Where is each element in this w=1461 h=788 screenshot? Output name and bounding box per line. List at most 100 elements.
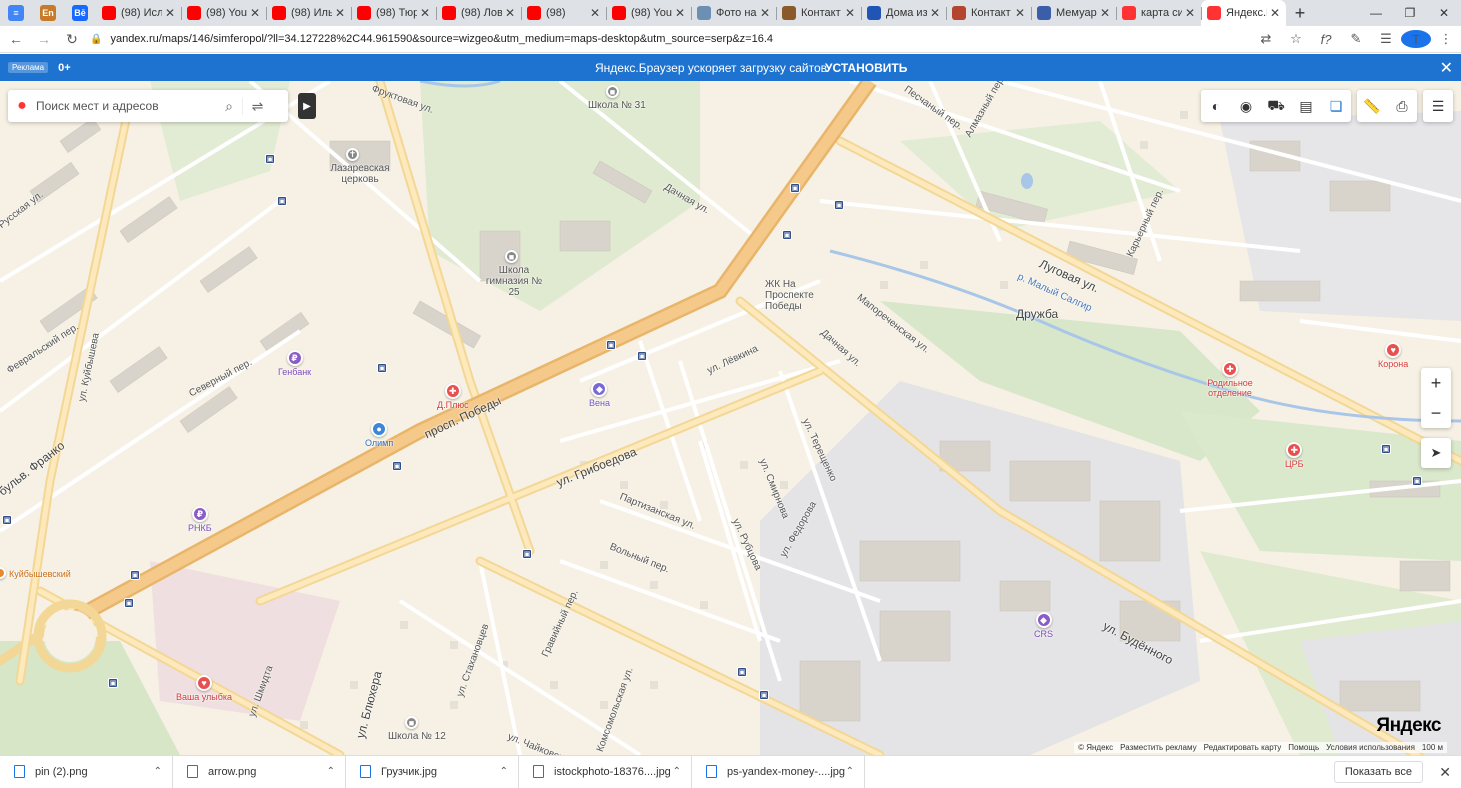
bus-stop-icon[interactable]: ▣ xyxy=(606,340,616,350)
browser-tab[interactable]: (98) YouT✕ xyxy=(606,0,691,26)
close-icon[interactable]: ✕ xyxy=(1439,764,1451,781)
browser-tab[interactable]: (98) Лов ✕ xyxy=(436,0,521,26)
download-item[interactable]: arrow.png ⌃ xyxy=(173,755,346,788)
poi-dplus[interactable]: ✚ Д.Плюс xyxy=(437,383,469,410)
new-tab-button[interactable]: + xyxy=(1286,0,1314,26)
tab-close-icon[interactable]: ✕ xyxy=(590,6,600,20)
bus-stop-icon[interactable]: ▣ xyxy=(834,200,844,210)
traffic-icon[interactable]: ⛟ xyxy=(1261,90,1291,122)
menu-kebab-icon[interactable]: ⋮ xyxy=(1431,31,1461,47)
tab-close-icon[interactable]: ✕ xyxy=(420,6,430,20)
search-input[interactable] xyxy=(36,99,216,113)
url-field[interactable]: 🔒 yandex.ru/maps/146/simferopol/?ll=34.1… xyxy=(90,28,1251,50)
map-canvas[interactable]: просп. Победы ул. Грибоедова Луговая ул.… xyxy=(0,81,1461,755)
tab-close-icon[interactable]: ✕ xyxy=(335,6,345,20)
forward-icon[interactable]: → xyxy=(32,27,56,51)
browser-tab[interactable]: (98) Тюр ✕ xyxy=(351,0,436,26)
bus-stop-icon[interactable]: ▣ xyxy=(2,515,12,525)
poi-school-12[interactable]: ■ xyxy=(405,716,418,729)
print-icon[interactable]: ⎙ xyxy=(1387,90,1417,122)
poi-olimp[interactable]: ● Олимп xyxy=(365,421,393,448)
chevron-up-icon[interactable]: ⌃ xyxy=(154,766,162,777)
bookmark-star-icon[interactable]: ☆ xyxy=(1281,31,1311,47)
tab-close-icon[interactable]: ✕ xyxy=(1185,6,1195,20)
route-icon[interactable]: ⇌ xyxy=(242,97,272,115)
bus-stop-icon[interactable]: ▣ xyxy=(1412,476,1422,486)
back-icon[interactable]: ← xyxy=(4,27,28,51)
tab-close-icon[interactable]: ✕ xyxy=(165,6,175,20)
close-window-icon[interactable]: ✕ xyxy=(1427,0,1461,26)
poi-vasha-ulybka[interactable]: ♥ Ваша улыбка xyxy=(176,675,232,702)
zoom-in-icon[interactable]: + xyxy=(1421,368,1451,398)
install-button[interactable]: УСТАНОВИТЬ xyxy=(825,61,907,75)
minimize-icon[interactable]: — xyxy=(1359,0,1393,26)
poi-school-31[interactable]: ■ xyxy=(606,85,619,98)
browser-tab[interactable]: (98) Иль ✕ xyxy=(266,0,351,26)
chevron-up-icon[interactable]: ⌃ xyxy=(500,766,508,777)
browser-tab[interactable]: (98) ✕ xyxy=(521,0,606,26)
behance-icon[interactable]: Bē xyxy=(72,5,88,21)
tab-close-icon[interactable]: ✕ xyxy=(760,6,770,20)
bus-stop-icon[interactable]: ▣ xyxy=(1381,444,1391,454)
bus-stop-icon[interactable]: ▣ xyxy=(108,678,118,688)
download-item[interactable]: pin (2).png ⌃ xyxy=(0,755,173,788)
bus-stop-icon[interactable]: ▣ xyxy=(265,154,275,164)
poi-rnkb[interactable]: ₽ РНКБ xyxy=(188,506,212,533)
browser-tab[interactable]: Дома из ✕ xyxy=(861,0,946,26)
bus-stop-icon[interactable]: ▣ xyxy=(277,196,287,206)
ruler-icon[interactable]: 📏 xyxy=(1357,90,1387,122)
copyright-text[interactable]: © Яндекс xyxy=(1078,743,1113,752)
poi-vena[interactable]: ◆ Вена xyxy=(589,381,610,408)
terms-link[interactable]: Условия использования xyxy=(1326,743,1415,752)
browser-tab[interactable]: Фото на ✕ xyxy=(691,0,776,26)
close-icon[interactable]: ✕ xyxy=(1440,58,1453,78)
bus-stop-icon[interactable]: ▣ xyxy=(759,690,769,700)
sidebar-toggle-button[interactable]: ▶ xyxy=(298,93,316,119)
tab-close-icon[interactable]: ✕ xyxy=(845,6,855,20)
poi-genbank[interactable]: ₽ Генбанк xyxy=(278,350,311,377)
poi-korona[interactable]: ♥ Корона xyxy=(1378,342,1408,369)
browser-tab[interactable]: Яндекс.К✕ xyxy=(1201,0,1286,26)
dropper-extension-icon[interactable]: ✎ xyxy=(1341,31,1371,47)
bus-stop-icon[interactable]: ▣ xyxy=(124,598,134,608)
poi-kuibyshevsky[interactable]: Куйбышевский xyxy=(0,567,71,579)
search-icon[interactable]: ⌕ xyxy=(216,98,242,115)
en-icon[interactable]: En xyxy=(40,5,56,21)
download-item[interactable]: Грузчик.jpg ⌃ xyxy=(346,755,519,788)
zoom-out-icon[interactable]: − xyxy=(1421,398,1451,428)
reading-list-icon[interactable]: ☰ xyxy=(1371,31,1401,47)
geolocation-icon[interactable]: ➤ xyxy=(1421,438,1451,468)
layers-icon[interactable]: ◐ xyxy=(1201,90,1231,122)
poi-maternity[interactable]: ✚ Родильное отделение xyxy=(1200,361,1260,398)
tab-close-icon[interactable]: ✕ xyxy=(1015,6,1025,20)
tab-close-icon[interactable]: ✕ xyxy=(675,6,685,20)
tab-close-icon[interactable]: ✕ xyxy=(1100,6,1110,20)
map-type-icon[interactable]: ❏ xyxy=(1321,90,1351,122)
tab-close-icon[interactable]: ✕ xyxy=(505,6,515,20)
browser-tab[interactable]: (98) YouT✕ xyxy=(181,0,266,26)
browser-tab[interactable]: Контакт ✕ xyxy=(946,0,1031,26)
show-all-button[interactable]: Показать все xyxy=(1333,761,1423,783)
advertise-link[interactable]: Разместить рекламу xyxy=(1120,743,1196,752)
browser-tab[interactable]: карта си ✕ xyxy=(1116,0,1201,26)
bus-stop-icon[interactable]: ▣ xyxy=(377,363,387,373)
bus-stop-icon[interactable]: ▣ xyxy=(737,667,747,677)
panorama-icon[interactable]: ◉ xyxy=(1231,90,1261,122)
formula-extension-icon[interactable]: f? xyxy=(1311,32,1341,47)
browser-tab[interactable]: (98) Исла✕ xyxy=(96,0,181,26)
hamburger-menu-icon[interactable]: ☰ xyxy=(1423,90,1453,122)
bus-stop-icon[interactable]: ▣ xyxy=(130,570,140,580)
tab-close-icon[interactable]: ✕ xyxy=(1270,6,1280,20)
tab-close-icon[interactable]: ✕ xyxy=(250,6,260,20)
bus-stop-icon[interactable]: ▣ xyxy=(392,461,402,471)
download-item[interactable]: istockphoto-18376....jpg ⌃ xyxy=(519,755,692,788)
browser-tab[interactable]: Контакт ✕ xyxy=(776,0,861,26)
help-link[interactable]: Помощь xyxy=(1288,743,1319,752)
bus-stop-icon[interactable]: ▣ xyxy=(522,549,532,559)
promo-message[interactable]: Яндекс.Браузер ускоряет загрузку сайтов xyxy=(595,61,827,75)
tab-close-icon[interactable]: ✕ xyxy=(930,6,940,20)
poi-church[interactable]: ✝ xyxy=(346,148,359,161)
restore-icon[interactable]: ❐ xyxy=(1393,0,1427,26)
chevron-up-icon[interactable]: ⌃ xyxy=(846,766,854,777)
download-item[interactable]: ps-yandex-money-....jpg ⌃ xyxy=(692,755,865,788)
